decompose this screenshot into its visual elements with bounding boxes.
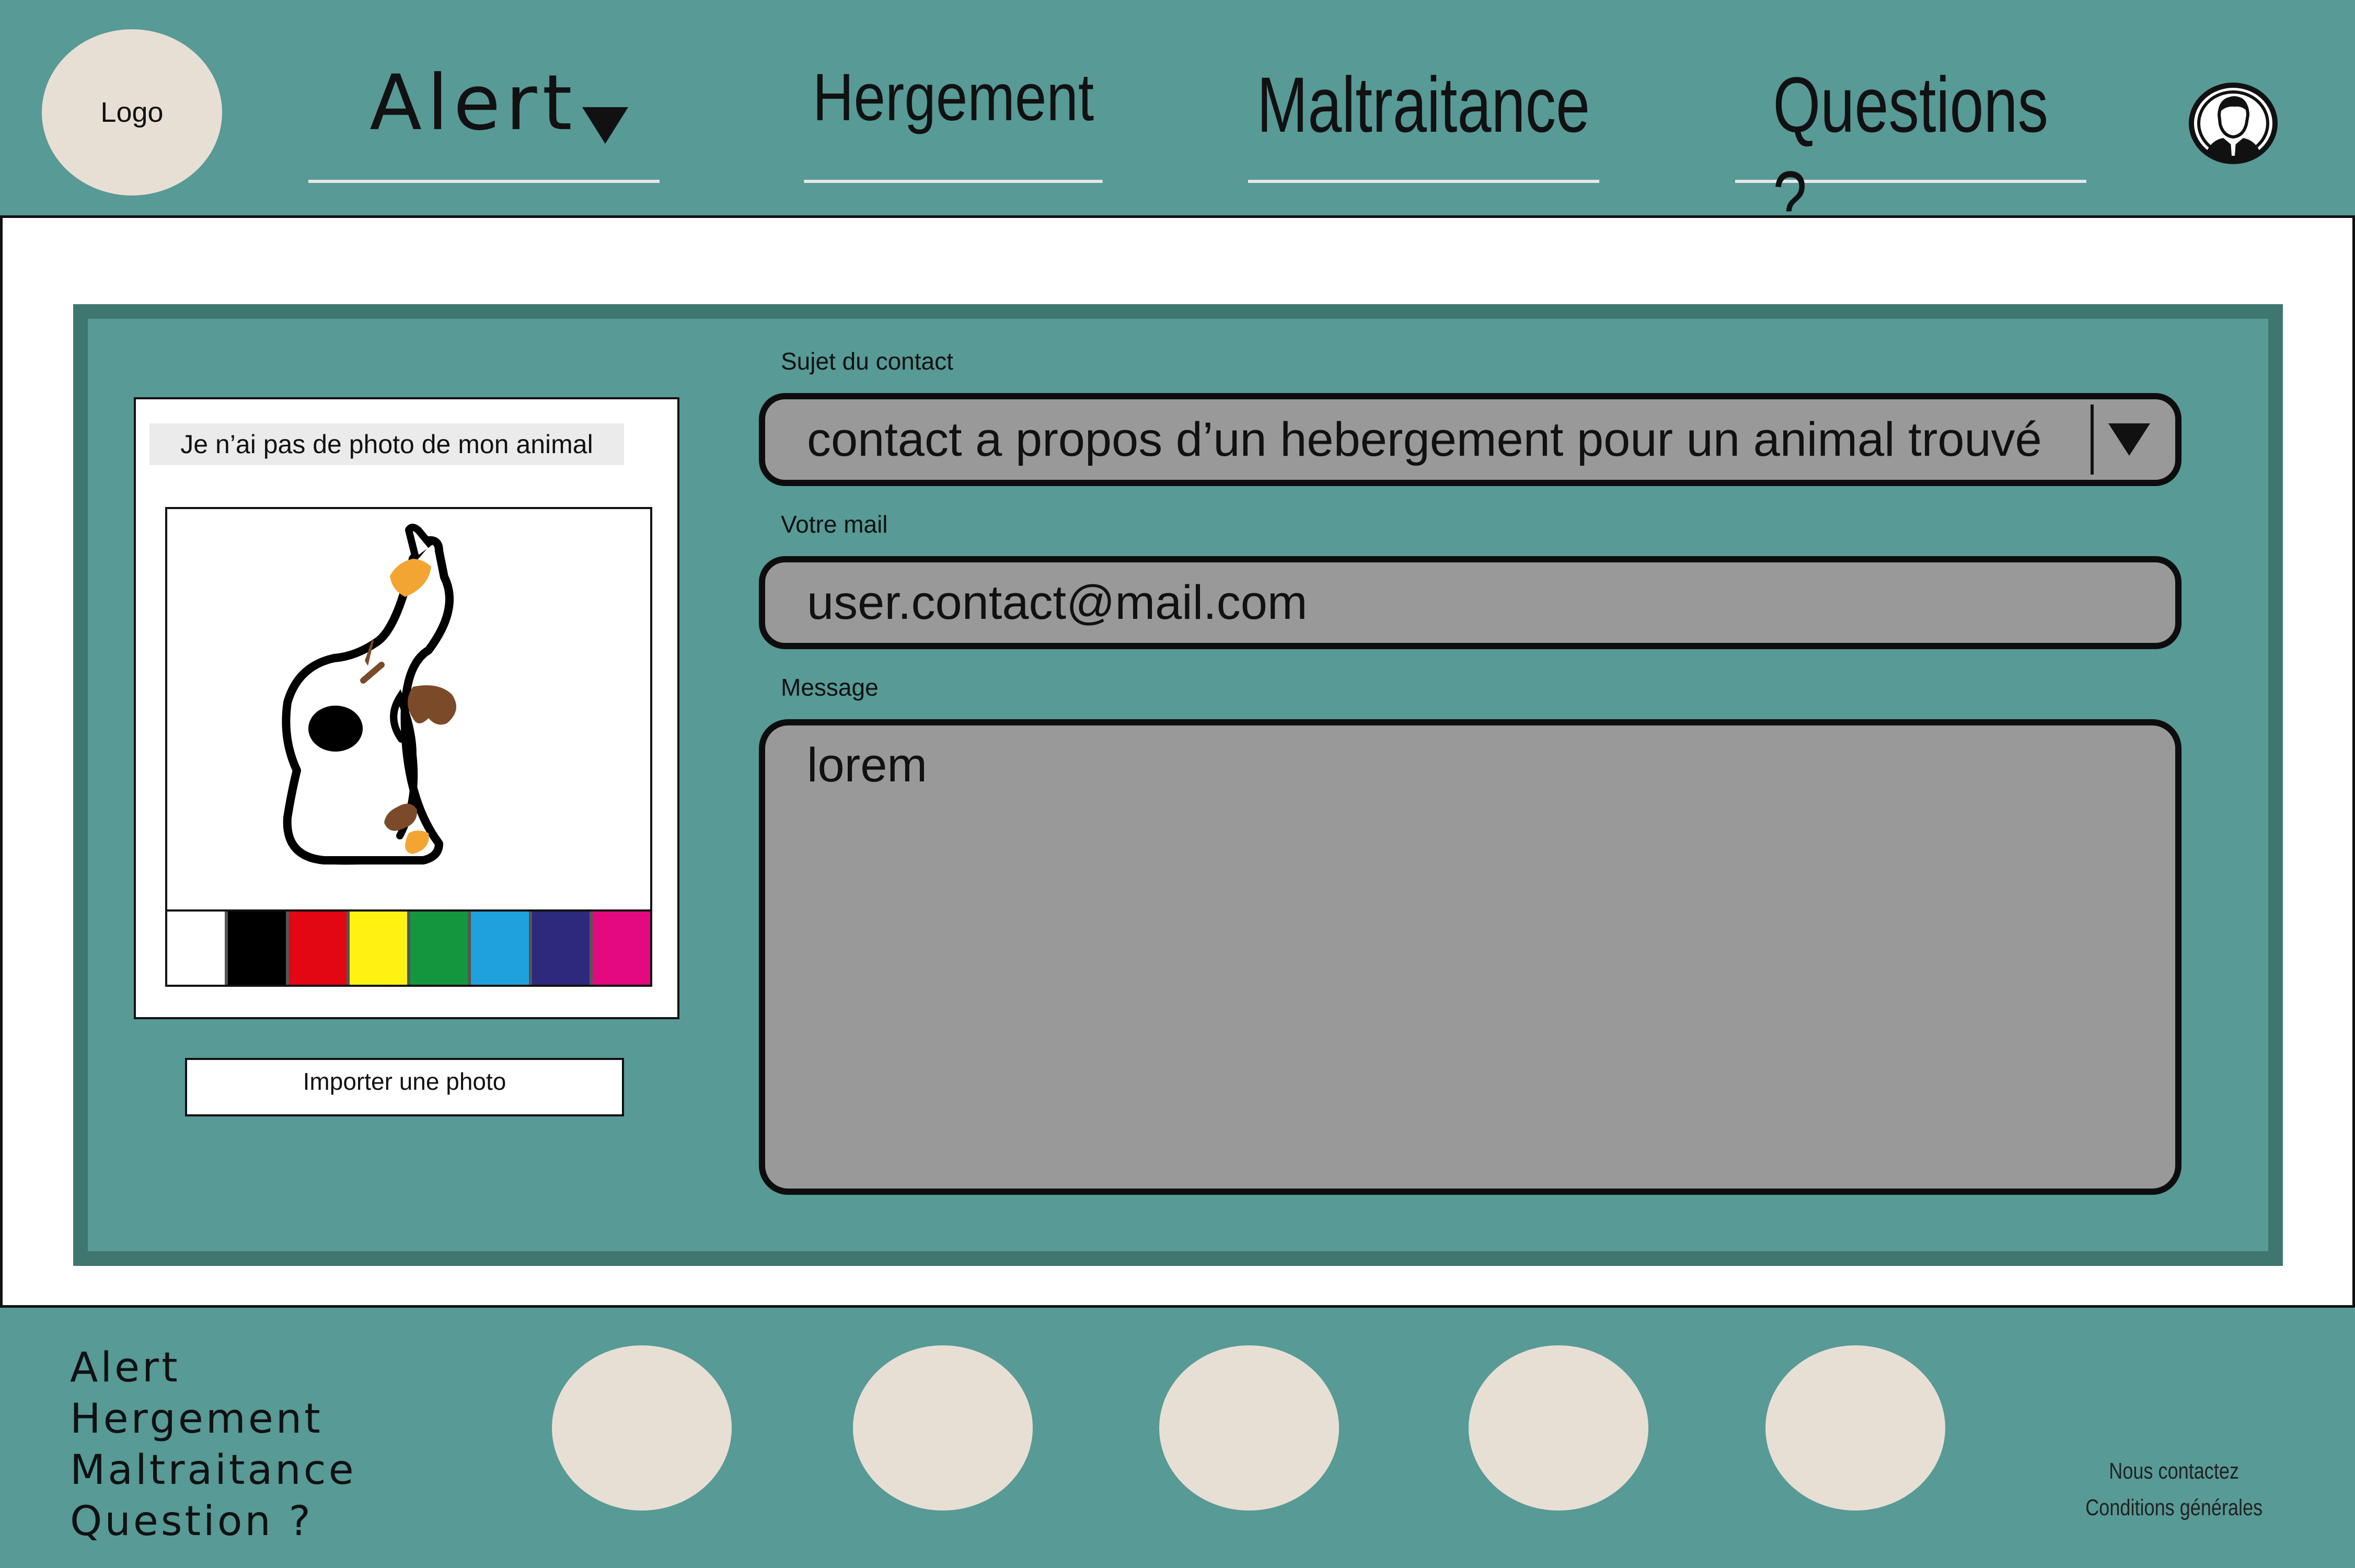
nav-questions[interactable]: Questions ? xyxy=(1735,57,2086,243)
footer-social-circle-4[interactable] xyxy=(1469,1345,1648,1511)
no-photo-button[interactable]: Je n’ai pas de photo de mon animal xyxy=(149,423,624,465)
nav-hergement-label: Hergement xyxy=(812,60,1094,135)
footer-link-question[interactable]: Question ? xyxy=(70,1496,356,1547)
swatch-navy[interactable] xyxy=(532,912,593,985)
email-value: user.contact@mail.com xyxy=(807,575,1308,629)
terms-link[interactable]: Conditions générales xyxy=(2086,1490,2263,1526)
logo-label: Logo xyxy=(100,97,164,128)
swatch-green[interactable] xyxy=(410,912,471,985)
nav-hergement[interactable]: Hergement xyxy=(804,57,1103,183)
swatch-cyan[interactable] xyxy=(471,912,532,985)
message-label: Message xyxy=(781,674,879,701)
swatch-yellow[interactable] xyxy=(349,912,410,985)
user-avatar-icon[interactable] xyxy=(2189,83,2278,164)
footer-legal: Nous contactez Conditions générales xyxy=(2028,1453,2321,1526)
mail-label: Votre mail xyxy=(781,511,888,538)
footer-social-circle-2[interactable] xyxy=(853,1345,1033,1511)
chevron-down-icon xyxy=(582,107,628,144)
message-value: lorem xyxy=(807,739,928,792)
footer-link-maltraitance[interactable]: Maltraitance xyxy=(70,1445,356,1496)
color-palette xyxy=(167,909,650,985)
footer-social-circle-5[interactable] xyxy=(1765,1345,1945,1511)
nav-alert[interactable]: Alert xyxy=(308,57,660,183)
footer-links: Alert Hergement Maltraitance Question ? xyxy=(70,1342,356,1547)
message-textarea[interactable]: lorem xyxy=(759,719,2181,1195)
drawing-canvas[interactable] xyxy=(165,507,652,987)
subject-value: contact a propos d’un hebergement pour u… xyxy=(807,412,2042,466)
footer-link-alert[interactable]: Alert xyxy=(70,1342,356,1393)
swatch-black[interactable] xyxy=(228,912,289,985)
subject-label: Sujet du contact xyxy=(781,348,953,375)
select-divider xyxy=(2091,405,2094,475)
chevron-down-icon xyxy=(2108,423,2150,456)
calico-cat-icon xyxy=(282,524,456,865)
subject-select[interactable]: contact a propos d’un hebergement pour u… xyxy=(759,393,2181,486)
swatch-white[interactable] xyxy=(167,912,228,985)
nav-alert-label: Alert xyxy=(370,59,578,147)
footer-link-hergement[interactable]: Hergement xyxy=(70,1393,356,1445)
swatch-red[interactable] xyxy=(288,912,350,985)
swatch-magenta[interactable] xyxy=(592,912,650,985)
email-field[interactable]: user.contact@mail.com xyxy=(759,556,2181,649)
import-photo-button[interactable]: Importer une photo xyxy=(185,1058,624,1116)
nav-maltraitance-label: Maltraitance xyxy=(1257,61,1590,148)
footer-social-circle-3[interactable] xyxy=(1159,1345,1339,1511)
nav-maltraitance[interactable]: Maltraitance xyxy=(1248,57,1599,183)
footer-social-circle-1[interactable] xyxy=(552,1345,732,1511)
contact-link[interactable]: Nous contactez xyxy=(2109,1453,2239,1490)
logo[interactable]: Logo xyxy=(42,29,222,195)
